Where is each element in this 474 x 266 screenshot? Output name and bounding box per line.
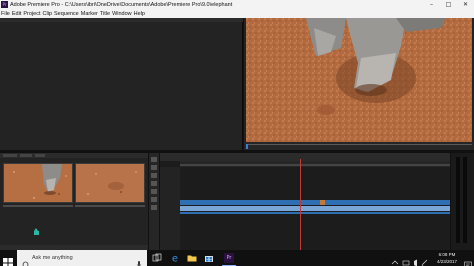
window-title: Adobe Premiere Pro - C:\Users\ibri\OneDr…: [10, 2, 233, 8]
track-headers[interactable]: [160, 167, 180, 250]
program-video-frame: [246, 18, 472, 142]
media-browser-tab[interactable]: [20, 154, 32, 157]
windows-start-icon[interactable]: [3, 253, 13, 266]
clip-duration-bar: [3, 205, 73, 207]
audio-meter-left: [456, 157, 460, 243]
libraries-tab[interactable]: [35, 154, 45, 157]
program-playhead[interactable]: [246, 144, 248, 149]
menu-title[interactable]: Title: [100, 10, 110, 18]
pen-tool-icon[interactable]: [151, 197, 157, 202]
hand-tool-icon[interactable]: [151, 205, 157, 210]
tools-panel: [149, 153, 159, 250]
system-tray[interactable]: [390, 253, 430, 266]
task-view-icon[interactable]: [152, 253, 162, 263]
edge-icon[interactable]: e: [170, 253, 180, 264]
maximize-button[interactable]: □: [440, 0, 457, 10]
close-button[interactable]: ✕: [457, 0, 474, 10]
audio-meters-panel: [451, 153, 474, 250]
audio-track-clip[interactable]: [180, 206, 450, 211]
slip-tool-icon[interactable]: [151, 189, 157, 194]
menu-bar: File Edit Project Clip Sequence Marker T…: [0, 10, 474, 18]
menu-edit[interactable]: Edit: [12, 10, 21, 18]
clip-thumbnail[interactable]: [75, 163, 145, 203]
project-panel-tabs[interactable]: [0, 153, 148, 158]
timeline-playhead[interactable]: [300, 159, 301, 250]
notification-icon[interactable]: [464, 254, 472, 266]
search-placeholder: Ask me anything: [32, 255, 73, 261]
source-monitor-panel[interactable]: [0, 18, 243, 150]
work-area-bar[interactable]: [180, 164, 450, 166]
file-explorer-icon[interactable]: [187, 253, 197, 263]
program-monitor-controls[interactable]: [244, 142, 474, 150]
taskbar-search-box[interactable]: Ask me anything: [17, 250, 147, 266]
audio-track-clip[interactable]: [180, 212, 450, 214]
menu-help[interactable]: Help: [134, 10, 145, 18]
razor-tool-icon[interactable]: [151, 181, 157, 186]
project-tab[interactable]: [3, 154, 17, 157]
video-track-clip[interactable]: [180, 200, 450, 205]
premiere-pro-icon[interactable]: Pr: [224, 253, 234, 263]
menu-file[interactable]: File: [1, 10, 10, 18]
taskbar: Ask me anything e Pr 6:08 PM 4/23/2017: [0, 250, 474, 266]
audio-meter-right: [463, 157, 467, 243]
store-icon[interactable]: [204, 253, 214, 263]
taskbar-clock[interactable]: 6:08 PM 4/23/2017: [432, 251, 462, 265]
menu-marker[interactable]: Marker: [81, 10, 98, 18]
search-icon: [21, 254, 29, 266]
project-panel[interactable]: [0, 153, 148, 250]
menu-window[interactable]: Window: [112, 10, 132, 18]
program-scrub-bar[interactable]: [246, 144, 472, 149]
timeline-panel[interactable]: [160, 153, 450, 250]
clip-transition[interactable]: [320, 200, 325, 205]
menu-sequence[interactable]: Sequence: [54, 10, 79, 18]
menu-project[interactable]: Project: [23, 10, 40, 18]
source-monitor-tabs[interactable]: [0, 18, 243, 22]
minimize-button[interactable]: –: [423, 0, 440, 10]
program-monitor-panel[interactable]: [244, 18, 474, 150]
svg-text:e: e: [172, 254, 178, 264]
microphone-icon[interactable]: [136, 254, 142, 266]
timeline-header[interactable]: [160, 153, 450, 161]
title-bar: Pr Adobe Premiere Pro - C:\Users\ibri\On…: [0, 0, 474, 10]
menu-clip[interactable]: Clip: [42, 10, 51, 18]
clock-time: 6:08 PM: [438, 252, 456, 257]
clock-date: 4/23/2017: [436, 259, 458, 264]
clip-duration-bar: [75, 205, 145, 207]
ripple-edit-tool-icon[interactable]: [151, 173, 157, 178]
mouse-cursor-icon: [33, 221, 41, 235]
clip-thumbnail[interactable]: [3, 163, 73, 203]
premiere-app-icon: Pr: [1, 1, 8, 8]
selection-tool-icon[interactable]: [151, 157, 157, 162]
track-select-tool-icon[interactable]: [151, 165, 157, 170]
